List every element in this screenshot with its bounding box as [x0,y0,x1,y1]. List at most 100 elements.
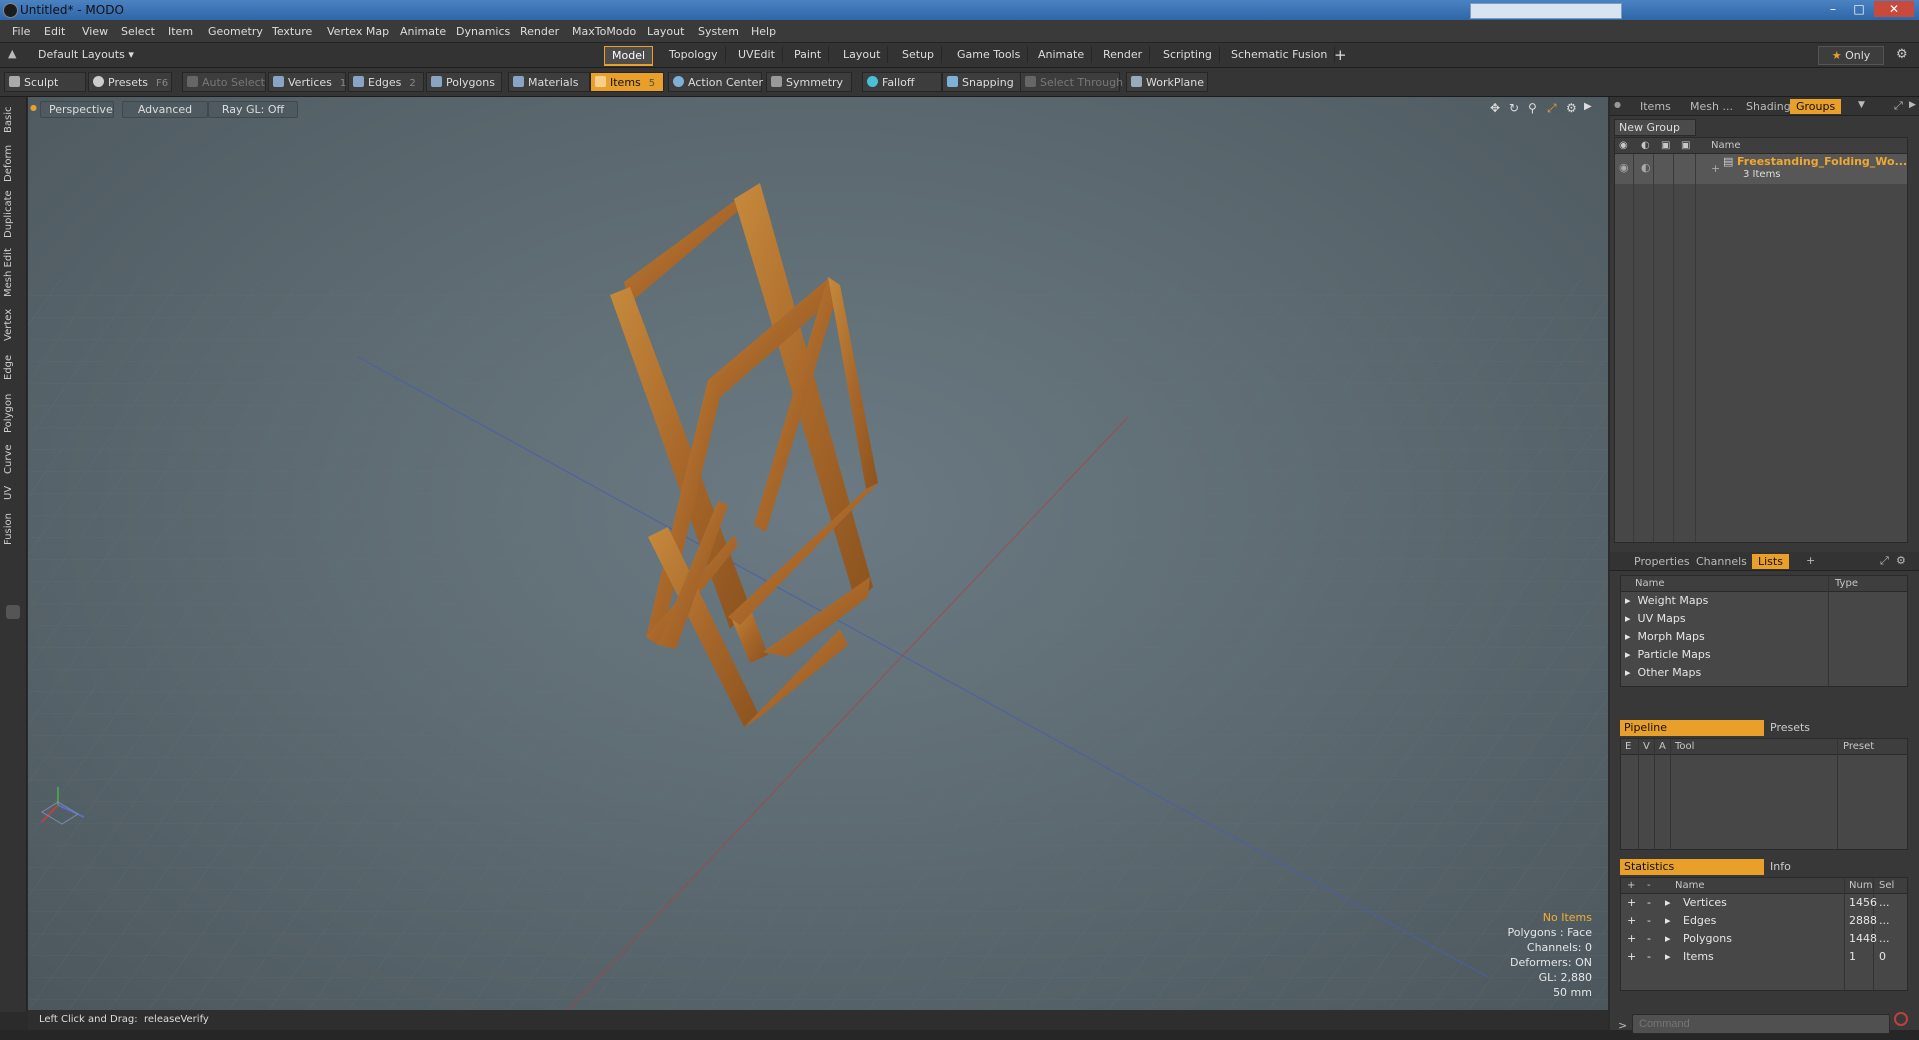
view-perspective-button[interactable]: Perspective [40,101,114,118]
tab-polygon[interactable]: Polygon [3,389,23,437]
minimize-icon[interactable]: – [1820,1,1846,17]
tab-vertex[interactable]: Vertex [3,305,23,345]
menu-dynamics[interactable]: Dynamics [456,25,510,38]
tab-mesh-edit[interactable]: Mesh Edit [3,245,23,301]
tab-curve[interactable]: Curve [3,441,23,477]
add-icon[interactable]: + [1627,912,1636,929]
expand-arrow-icon[interactable]: ▸ [1665,912,1671,929]
tab-uvedit[interactable]: UVEdit [731,46,783,63]
vertex-map-list[interactable]: Name Type ▸ Weight Maps ▸ UV Maps ▸ Morp… [1620,575,1908,687]
default-layouts-dropdown[interactable]: Default Layouts ▾ [38,48,134,61]
only-toggle[interactable]: ★ Only [1818,46,1884,65]
pipeline-list[interactable]: E V A Tool Preset [1620,738,1908,850]
menu-render[interactable]: Render [520,25,559,38]
eye-icon[interactable]: ◉ [1619,161,1629,174]
expand-arrow-icon[interactable]: ▸ [1665,948,1671,965]
tab-groups[interactable]: Groups [1790,99,1842,114]
group-row[interactable]: ◉ ◐ + ▤ Freestanding_Folding_Wo... 3 Ite… [1615,154,1907,184]
viewport-arrow-icon[interactable]: ▶ [1584,101,1592,112]
gear-icon[interactable]: ⚙ [1896,47,1908,62]
tab-setup[interactable]: Setup [895,46,943,63]
remove-all-icon[interactable]: - [1647,878,1651,893]
tab-info[interactable]: Info [1766,859,1791,875]
panel-menu-icon[interactable]: ● [1614,100,1621,109]
tab-model[interactable]: Model [604,46,654,66]
expand-panel-icon[interactable]: ⤢ [1894,99,1903,113]
menu-item[interactable]: Item [168,25,193,38]
presets-button[interactable]: Presets F6 [88,72,172,92]
remove-icon[interactable]: - [1647,894,1651,911]
select-through-button[interactable]: Select Through [1020,72,1123,92]
tab-duplicate[interactable]: Duplicate [3,187,23,241]
record-icon[interactable] [1894,1012,1908,1026]
tab-mesh[interactable]: Mesh ... [1684,99,1739,114]
tab-topology[interactable]: Topology [662,46,726,63]
workplane-button[interactable]: WorkPlane [1126,72,1208,92]
table-row[interactable]: + - ▸ Vertices 1456 ... [1621,894,1907,911]
remove-icon[interactable]: - [1647,948,1651,965]
zoom-icon[interactable]: ⚲ [1528,101,1537,115]
list-item[interactable]: ▸ Weight Maps [1625,592,1708,609]
menu-help[interactable]: Help [751,25,776,38]
materials-button[interactable]: Materials [508,72,590,92]
expand-arrow-icon[interactable]: ▸ [1665,894,1671,911]
menu-select[interactable]: Select [121,25,155,38]
symmetry-button[interactable]: Symmetry [766,72,852,92]
tab-game-tools[interactable]: Game Tools [950,46,1029,63]
table-row[interactable]: + - ▸ Items 1 0 [1621,948,1907,965]
menu-view[interactable]: View [82,25,108,38]
menu-animate[interactable]: Animate [400,25,446,38]
tabs-dropdown-icon[interactable]: ▼ [1858,100,1865,110]
panel-arrow-icon[interactable]: ▶ [1909,100,1916,110]
raygl-toggle-button[interactable]: Ray GL: Off [208,101,298,118]
remove-icon[interactable]: - [1647,930,1651,947]
tab-properties[interactable]: Properties [1628,554,1696,569]
menu-geometry[interactable]: Geometry [208,25,263,38]
render-icon[interactable]: ◐ [1641,161,1651,174]
tool-palette-icon[interactable] [6,605,20,619]
title-search-box[interactable] [1470,3,1622,19]
tab-fusion[interactable]: Fusion [3,509,23,549]
add-icon[interactable]: + [1627,930,1636,947]
list-item[interactable]: ▸ Morph Maps [1625,628,1705,645]
maximize-icon[interactable]: □ [1846,1,1872,17]
menu-system[interactable]: System [698,25,739,38]
tab-basic[interactable]: Basic [3,101,23,139]
tab-paint[interactable]: Paint [787,46,830,63]
menu-vertex-map[interactable]: Vertex Map [327,25,389,38]
tab-animate[interactable]: Animate [1031,46,1093,63]
close-icon[interactable]: ✕ [1874,1,1914,17]
add-icon[interactable]: + [1627,948,1636,965]
expand-panel-icon[interactable]: ⤢ [1880,554,1889,568]
viewport-gear-icon[interactable]: ⚙ [1566,101,1577,115]
rotate-icon[interactable]: ↻ [1509,101,1519,115]
tab-uv[interactable]: UV [3,481,23,505]
table-row[interactable]: + - ▸ Edges 2888 ... [1621,912,1907,929]
remove-icon[interactable]: - [1647,912,1651,929]
edges-button[interactable]: Edges 2 [348,72,424,92]
tab-deform[interactable]: Deform [3,143,23,183]
pan-icon[interactable]: ✥ [1490,101,1500,115]
expand-icon[interactable]: + [1711,162,1720,175]
tab-items[interactable]: Items [1634,99,1677,114]
viewport-menu-icon[interactable]: ● [30,103,37,112]
list-item[interactable]: ▸ UV Maps [1625,610,1686,627]
menu-maxtomodo[interactable]: MaxToModo [572,25,636,38]
polygons-button[interactable]: Polygons [426,72,502,92]
add-all-icon[interactable]: + [1627,878,1635,893]
new-group-button[interactable]: New Group [1614,119,1696,136]
statistics-list[interactable]: + - Name Num Sel + - ▸ Vertices 1456 ... +… [1620,877,1908,991]
tab-scripting[interactable]: Scripting [1156,46,1220,63]
tab-presets[interactable]: Presets [1766,720,1810,736]
tab-layout[interactable]: Layout [836,46,889,63]
tab-statistics[interactable]: Statistics [1620,859,1764,875]
tab-lists[interactable]: Lists [1752,554,1789,569]
falloff-button[interactable]: Falloff [862,72,942,92]
snapping-button[interactable]: Snapping [942,72,1024,92]
tab-schematic-fusion[interactable]: Schematic Fusion [1224,46,1336,63]
auto-select-button[interactable]: Auto Select [182,72,266,92]
table-row[interactable]: + - ▸ Polygons 1448 ... [1621,930,1907,947]
vertices-button[interactable]: Vertices 1 [268,72,346,92]
menu-file[interactable]: File [12,25,30,38]
list-item[interactable]: ▸ Other Maps [1625,664,1701,681]
